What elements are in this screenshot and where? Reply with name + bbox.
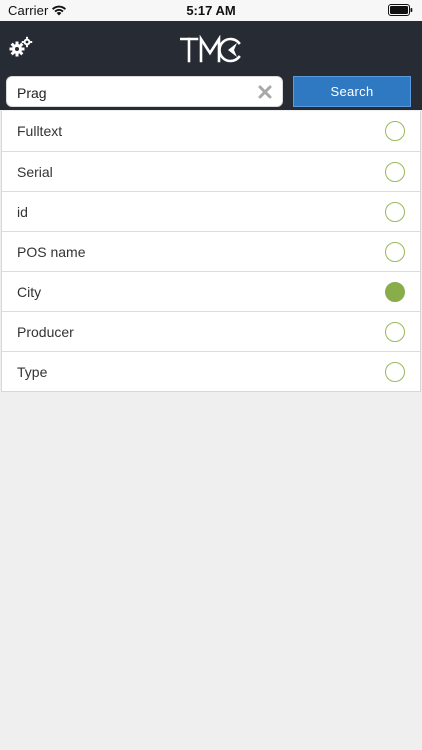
battery-icon: [388, 4, 413, 16]
status-bar: Carrier 5:17 AM: [0, 0, 422, 21]
search-field-list: Fulltext Serial id POS name City Produce…: [1, 111, 421, 392]
radio-button[interactable]: [385, 322, 405, 342]
app-header: Search: [0, 21, 422, 110]
gears-icon[interactable]: [9, 36, 33, 58]
radio-button-selected[interactable]: [385, 282, 405, 302]
list-item[interactable]: Serial: [2, 151, 420, 191]
list-item[interactable]: Producer: [2, 311, 420, 351]
option-label: City: [17, 284, 42, 300]
option-label: id: [17, 204, 28, 220]
list-item[interactable]: id: [2, 191, 420, 231]
list-item[interactable]: POS name: [2, 231, 420, 271]
search-button[interactable]: Search: [293, 76, 411, 107]
list-item[interactable]: City: [2, 271, 420, 311]
radio-button[interactable]: [385, 121, 405, 141]
option-label: Serial: [17, 164, 53, 180]
radio-button[interactable]: [385, 362, 405, 382]
option-label: Type: [17, 364, 48, 380]
tmc-logo: [180, 35, 241, 63]
radio-button[interactable]: [385, 202, 405, 222]
option-label: Producer: [17, 324, 74, 340]
radio-button[interactable]: [385, 162, 405, 182]
search-box: [6, 76, 283, 107]
list-item[interactable]: Fulltext: [2, 111, 420, 151]
radio-button[interactable]: [385, 242, 405, 262]
status-time: 5:17 AM: [186, 3, 236, 18]
option-label: POS name: [17, 244, 86, 260]
list-item[interactable]: Type: [2, 351, 420, 391]
close-icon[interactable]: [258, 85, 272, 99]
option-label: Fulltext: [17, 123, 63, 139]
search-input[interactable]: [17, 83, 247, 103]
